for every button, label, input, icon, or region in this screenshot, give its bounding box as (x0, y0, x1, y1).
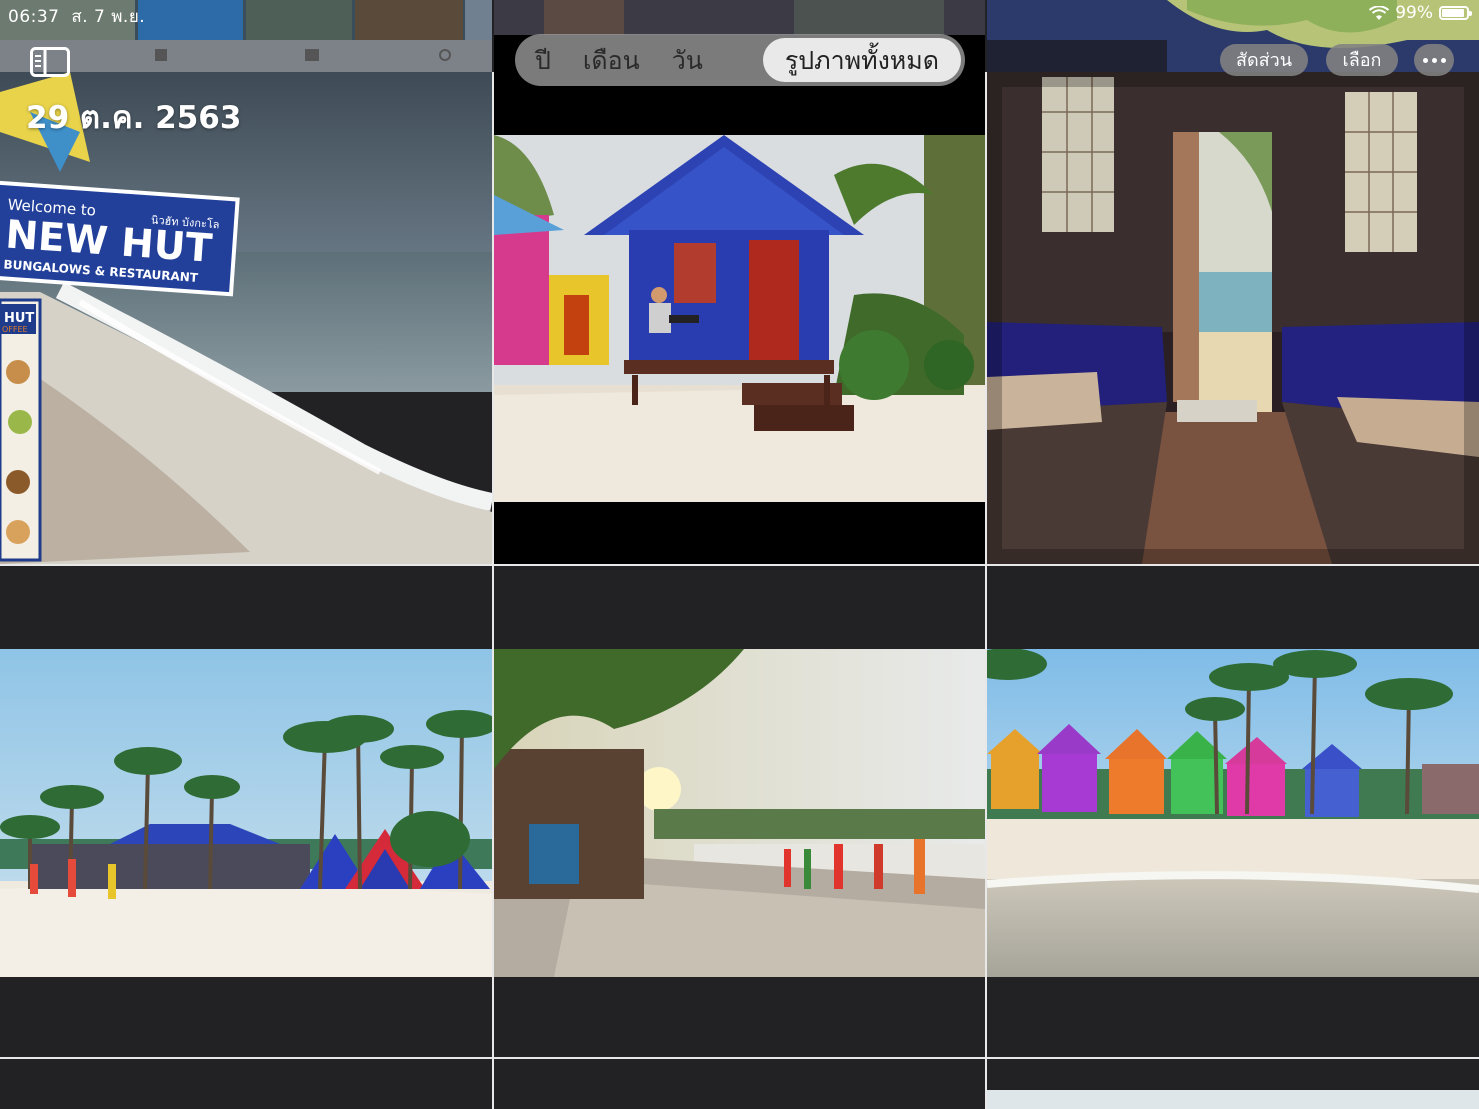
photo-beach-restaurant[interactable] (0, 649, 492, 977)
grid-divider (492, 72, 494, 1109)
menu-board-title: HUT (4, 311, 34, 326)
battery-percent: 99% (1395, 3, 1433, 23)
wifi-icon (1369, 5, 1390, 20)
photo-colorful-huts[interactable] (987, 649, 1479, 977)
photos-app: Welcome to นิวฮัท บังกะโล NEW HUT BUNGAL… (0, 0, 1479, 1109)
photo-sunset-beach[interactable] (494, 649, 985, 977)
photo-room-interior[interactable] (987, 72, 1479, 564)
sidebar-toggle-icon[interactable] (30, 47, 70, 77)
battery-icon (1439, 6, 1472, 20)
segment-months[interactable]: เดือน (567, 38, 656, 82)
photo-new-hut-sign[interactable]: Welcome to นิวฮัท บังกะโล NEW HUT BUNGAL… (0, 72, 492, 564)
letterbox-bar (494, 502, 985, 564)
status-time: 06:37 ส. 7 พ.ย. (8, 7, 146, 27)
status-bar: 06:37 ส. 7 พ.ย. 99% (0, 0, 1479, 28)
menu-board-subtitle: OFFEE (2, 325, 28, 334)
more-button[interactable] (1414, 44, 1454, 76)
grid-divider (0, 1057, 1479, 1059)
segment-years[interactable]: ปี (519, 38, 567, 82)
grid-divider (985, 72, 987, 1109)
segment-all-photos[interactable]: รูปภาพทั้งหมด (762, 38, 961, 82)
select-button[interactable]: เลือก (1326, 44, 1398, 76)
photo-partial-bottom[interactable] (987, 1090, 1479, 1109)
aspect-ratio-button[interactable]: สัดส่วน (1220, 44, 1308, 76)
segment-days[interactable]: วัน (656, 38, 719, 82)
grid-divider (0, 564, 1479, 566)
view-segmented-control[interactable]: ปี เดือน วัน รูปภาพทั้งหมด (515, 34, 965, 86)
photo-blue-hut[interactable] (494, 135, 985, 502)
more-icon (1422, 57, 1428, 63)
section-date-label: 29 ต.ค. 2563 (26, 100, 242, 136)
